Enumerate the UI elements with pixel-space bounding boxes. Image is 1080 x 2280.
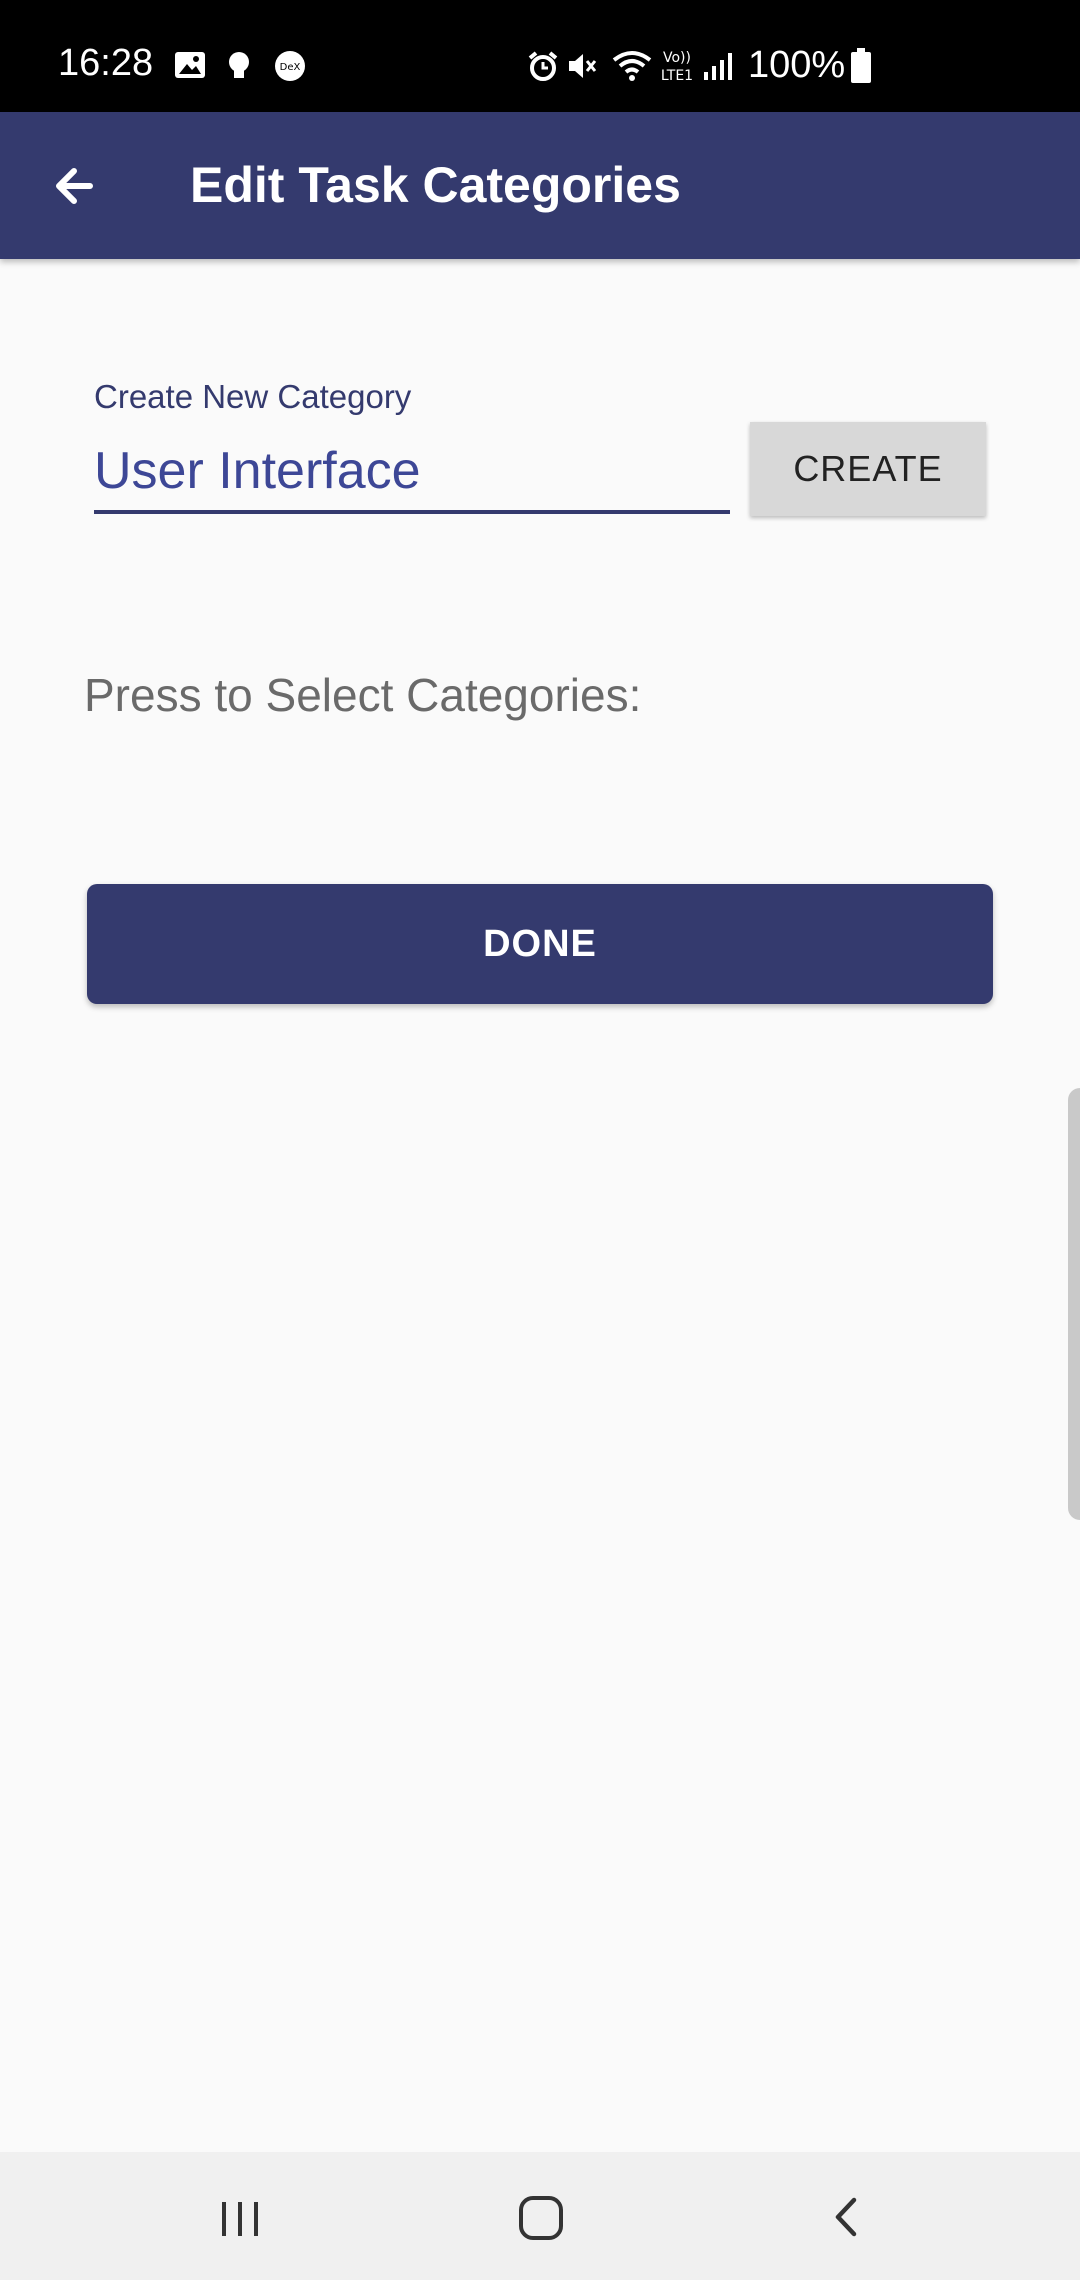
scroll-indicator[interactable] xyxy=(1068,1088,1080,1520)
done-button[interactable]: DONE xyxy=(87,884,993,1004)
wifi-icon xyxy=(612,50,652,87)
signal-icon xyxy=(702,50,734,87)
battery-icon xyxy=(850,48,872,89)
volte-icon: Vo)) LTE1 xyxy=(656,48,698,89)
home-icon[interactable] xyxy=(512,2186,572,2251)
back-icon[interactable] xyxy=(818,2186,874,2251)
alarm-icon xyxy=(526,50,560,87)
gallery-icon xyxy=(173,50,207,85)
status-time: 16:28 xyxy=(58,42,154,84)
create-button[interactable]: CREATE xyxy=(750,422,986,516)
page-title: Edit Task Categories xyxy=(190,157,681,213)
mute-icon xyxy=(566,50,598,87)
svg-text:Vo)): Vo)) xyxy=(663,50,691,66)
svg-text:DeX: DeX xyxy=(280,62,301,73)
back-arrow-icon[interactable] xyxy=(46,158,102,214)
battery-percent: 100% xyxy=(748,44,846,86)
new-category-input[interactable] xyxy=(94,432,730,514)
status-bar: 16:28 DeX Vo)) LTE1 100% xyxy=(0,0,1080,112)
new-category-label: Create New Category xyxy=(94,378,412,415)
bulb-icon xyxy=(226,50,252,87)
dex-icon: DeX xyxy=(273,50,307,87)
select-categories-label: Press to Select Categories: xyxy=(84,669,642,721)
recent-apps-icon[interactable] xyxy=(212,2186,268,2251)
svg-text:LTE1: LTE1 xyxy=(661,68,693,84)
